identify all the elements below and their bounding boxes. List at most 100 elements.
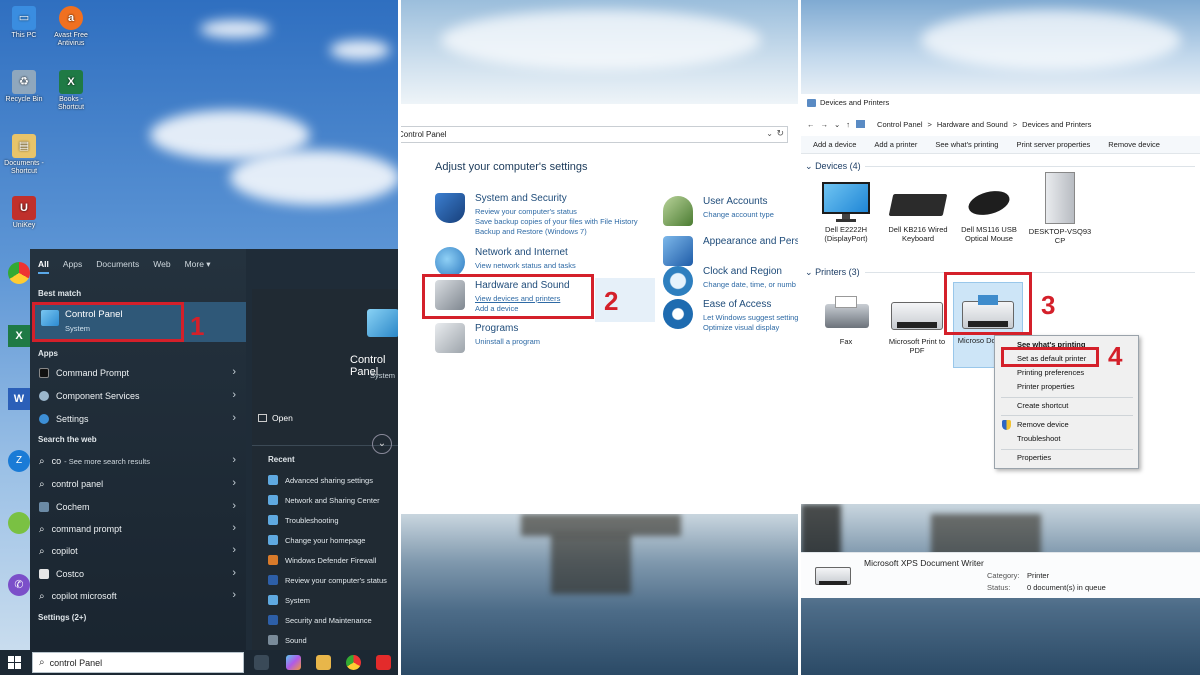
app-result-component-services[interactable]: Component Services › xyxy=(33,386,246,406)
category-title[interactable]: System and Security xyxy=(475,193,567,204)
devices-group-header[interactable]: ⌄ Devices (4) xyxy=(805,161,1195,172)
refresh-icon[interactable]: ↻ xyxy=(776,128,784,139)
desktop-icon-avast[interactable]: a Avast Free Antivirus xyxy=(47,6,95,47)
menu-item-troubleshoot[interactable]: Troubleshoot xyxy=(1017,434,1061,443)
category-title[interactable]: Appearance and Perso xyxy=(703,236,798,247)
recent-item[interactable]: Sound xyxy=(252,631,398,649)
chevron-right-icon: › xyxy=(232,454,236,466)
recent-item[interactable]: Troubleshooting xyxy=(252,511,398,529)
chevron-down-icon[interactable]: ⌄ xyxy=(834,120,840,129)
back-arrow-icon[interactable]: ← xyxy=(807,120,815,129)
chrome-icon[interactable] xyxy=(8,262,30,284)
menu-item-properties[interactable]: Properties xyxy=(1017,453,1051,462)
category-title[interactable]: Network and Internet xyxy=(475,247,568,258)
task-view-icon[interactable] xyxy=(254,655,269,670)
breadcrumb-hardware-sound[interactable]: Hardware and Sound xyxy=(937,120,1008,129)
desktop-icon-unikey[interactable]: U UniKey xyxy=(0,196,48,230)
up-arrow-icon[interactable]: ↑ xyxy=(846,120,850,129)
web-result[interactable]: Cochem › xyxy=(33,497,246,517)
tab-web[interactable]: Web xyxy=(153,259,170,274)
add-device-button[interactable]: Add a device xyxy=(813,140,856,149)
chevron-down-icon: ⌄ xyxy=(805,267,813,277)
category-link[interactable]: Change account type xyxy=(703,210,774,219)
file-explorer-icon[interactable] xyxy=(316,655,331,670)
breadcrumb: Control Panel > Hardware and Sound > Dev… xyxy=(877,120,1091,129)
category-link[interactable]: Save backup copies of your files with Fi… xyxy=(475,217,638,226)
recent-item-icon xyxy=(268,595,278,605)
recent-item[interactable]: Review your computer's status xyxy=(252,571,398,589)
chevron-down-icon[interactable]: ⌄ xyxy=(766,129,773,138)
category-link[interactable]: Let Windows suggest setting xyxy=(703,313,798,322)
chrome-icon[interactable] xyxy=(346,655,361,670)
recent-item[interactable]: Network and Sharing Center xyxy=(252,491,398,509)
recent-item[interactable]: Windows Defender Firewall xyxy=(252,551,398,569)
desktop-icon-this-pc[interactable]: ▭ This PC xyxy=(0,6,48,40)
app-result-command-prompt[interactable]: Command Prompt › xyxy=(33,363,246,383)
taskbar-search-input[interactable]: ⌕ control Panel xyxy=(32,652,244,673)
web-result[interactable]: ⌕ copilot › xyxy=(33,541,246,561)
printer-print-to-pdf[interactable]: Microsoft Print to PDF xyxy=(882,294,952,355)
copilot-icon[interactable] xyxy=(286,655,301,670)
tab-documents[interactable]: Documents xyxy=(96,259,139,274)
recent-item[interactable]: Security and Maintenance xyxy=(252,611,398,629)
desktop-icon-books[interactable]: X Books - Shortcut xyxy=(47,70,95,111)
device-monitor[interactable]: Dell E2222H (DisplayPort) xyxy=(811,182,881,243)
menu-item-remove-device[interactable]: Remove device xyxy=(1017,420,1069,429)
viber-icon[interactable]: ✆ xyxy=(8,574,30,596)
web-result[interactable]: ⌕ control panel › xyxy=(33,474,246,494)
web-result[interactable]: ⌕ copilot microsoft › xyxy=(33,586,246,606)
category-link[interactable]: Review your computer's status xyxy=(475,207,577,216)
taskbar: ⌕ control Panel xyxy=(0,650,398,675)
printer-fax[interactable]: Fax xyxy=(811,294,881,347)
recent-item[interactable]: Change your homepage xyxy=(252,531,398,549)
menu-item-printing-preferences[interactable]: Printing preferences xyxy=(1017,368,1084,377)
web-result[interactable]: Costco › xyxy=(33,564,246,584)
category-title[interactable]: User Accounts xyxy=(703,196,767,207)
programs-icon xyxy=(435,323,465,353)
word-icon[interactable]: W xyxy=(8,388,30,410)
device-keyboard[interactable]: Dell KB216 Wired Keyboard xyxy=(883,182,953,243)
add-printer-button[interactable]: Add a printer xyxy=(874,140,917,149)
see-whats-printing-button[interactable]: See what's printing xyxy=(935,140,998,149)
open-action[interactable]: Open xyxy=(272,413,293,423)
forward-arrow-icon[interactable]: → xyxy=(821,120,829,129)
category-link[interactable]: View network status and tasks xyxy=(475,261,576,270)
chevron-down-icon[interactable]: ⌄ xyxy=(372,434,392,454)
navigation-bar: ← → ⌄ ↑ Control Panel > Hardware and Sou… xyxy=(807,117,1197,131)
recent-item[interactable]: Advanced sharing settings xyxy=(252,471,398,489)
recent-item[interactable]: System xyxy=(252,591,398,609)
desktop-icon-recycle-bin[interactable]: ♻ Recycle Bin xyxy=(0,70,48,104)
print-server-properties-button[interactable]: Print server properties xyxy=(1016,140,1090,149)
web-result[interactable]: ⌕ command prompt › xyxy=(33,519,246,539)
breadcrumb-devices-printers[interactable]: Devices and Printers xyxy=(1022,120,1091,129)
category-link[interactable]: Optimize visual display xyxy=(703,323,779,332)
remove-device-button[interactable]: Remove device xyxy=(1108,140,1160,149)
category-title[interactable]: Ease of Access xyxy=(703,299,771,310)
youtube-icon[interactable] xyxy=(376,655,391,670)
excel-icon[interactable]: X xyxy=(8,325,30,347)
device-computer[interactable]: DESKTOP-VSQ93 CP xyxy=(1025,172,1095,245)
zalo-icon[interactable]: Z xyxy=(8,450,30,472)
category-title[interactable]: Programs xyxy=(475,323,518,334)
app-icon[interactable] xyxy=(8,512,30,534)
category-link[interactable]: Uninstall a program xyxy=(475,337,540,346)
desktop-icon-documents[interactable]: ▤ Documents - Shortcut xyxy=(0,134,48,175)
printers-group-header[interactable]: ⌄ Printers (3) xyxy=(805,267,1195,278)
menu-item-printer-properties[interactable]: Printer properties xyxy=(1017,382,1075,391)
tab-more[interactable]: More ▾ xyxy=(185,259,211,274)
recent-item-icon xyxy=(268,495,278,505)
web-result[interactable]: ⌕ co - See more search results › xyxy=(33,451,246,471)
tab-apps[interactable]: Apps xyxy=(63,259,82,274)
device-mouse[interactable]: Dell MS116 USB Optical Mouse xyxy=(954,182,1024,243)
tab-all[interactable]: All xyxy=(38,259,49,274)
address-bar[interactable]: Control Panel ⌄ ↻ xyxy=(401,126,788,143)
windows-start-icon[interactable] xyxy=(8,656,21,669)
category-link[interactable]: Backup and Restore (Windows 7) xyxy=(475,227,587,236)
category-link[interactable]: Change date, time, or numb xyxy=(703,280,796,289)
clock-region-icon xyxy=(663,266,693,296)
category-title[interactable]: Clock and Region xyxy=(703,266,782,277)
chevron-right-icon: › xyxy=(232,544,236,556)
breadcrumb-control-panel[interactable]: Control Panel xyxy=(877,120,922,129)
app-result-settings[interactable]: Settings › xyxy=(33,409,246,429)
menu-item-create-shortcut[interactable]: Create shortcut xyxy=(1017,401,1068,410)
